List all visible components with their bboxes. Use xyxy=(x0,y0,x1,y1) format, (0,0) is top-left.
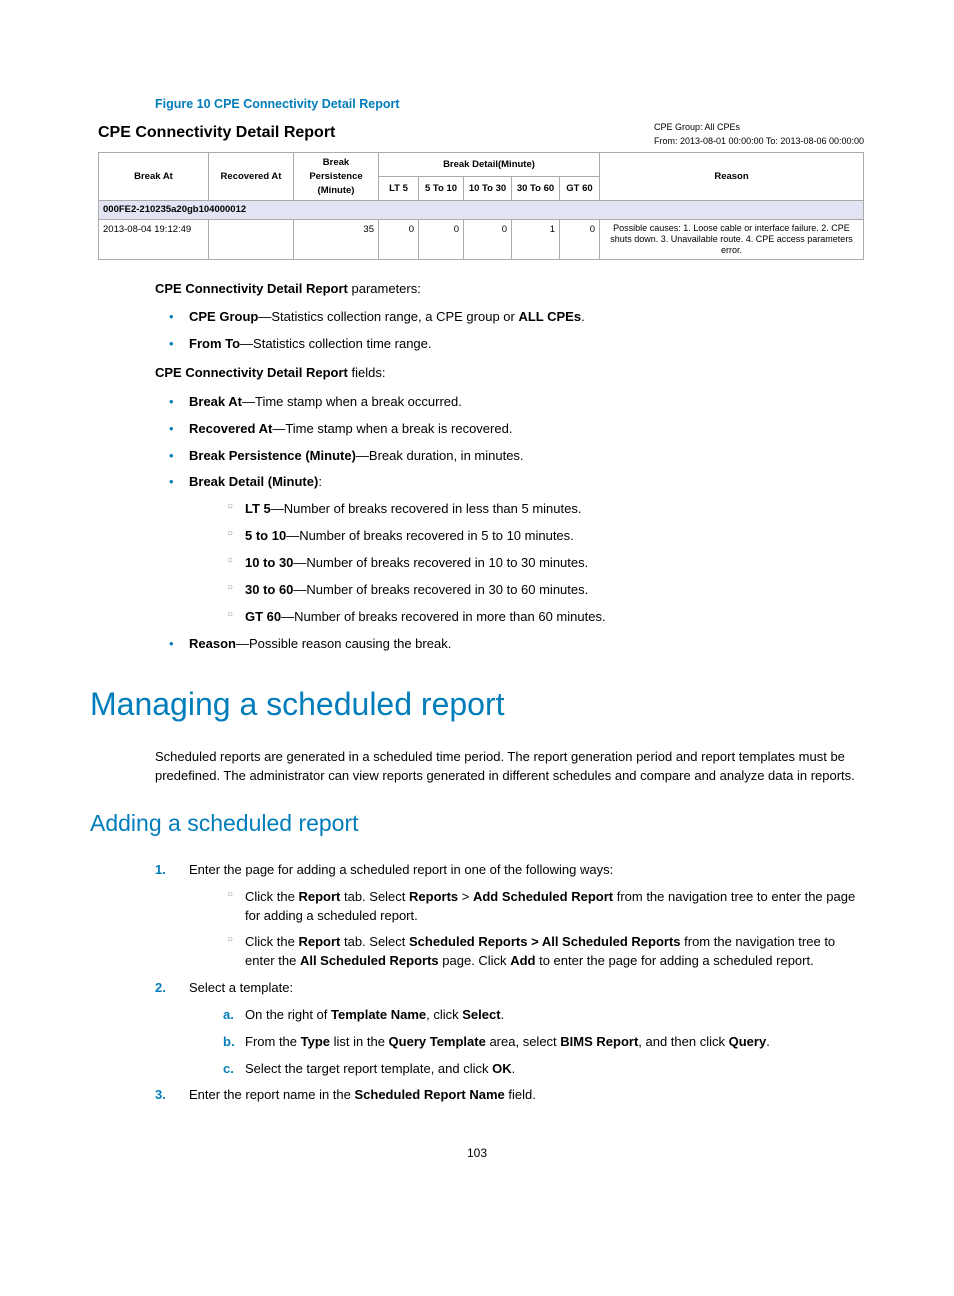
th-lt5: LT 5 xyxy=(379,177,419,201)
report-table: Break At Recovered At Break Persistence … xyxy=(98,152,864,259)
table-group-row: 000FE2-210235a20gb104000012 xyxy=(99,201,864,220)
th-gt60: GT 60 xyxy=(560,177,600,201)
table-row: 2013-08-04 19:12:49 35 0 0 0 1 0 Possibl… xyxy=(99,220,864,259)
cell-10-30: 0 xyxy=(464,220,512,259)
th-reason: Reason xyxy=(600,153,864,201)
params-intro: CPE Connectivity Detail Report parameter… xyxy=(155,280,864,299)
th-10-30: 10 To 30 xyxy=(464,177,512,201)
cell-reason: Possible causes: 1. Loose cable or inter… xyxy=(600,220,864,259)
list-item: Click the Report tab. Select Scheduled R… xyxy=(189,933,864,971)
list-item: GT 60—Number of breaks recovered in more… xyxy=(189,608,864,627)
report-screenshot: CPE Connectivity Detail Report CPE Group… xyxy=(98,121,864,259)
cell-recovered-at xyxy=(209,220,294,259)
list-item: CPE Group—Statistics collection range, a… xyxy=(155,308,864,327)
meta-range: From: 2013-08-01 00:00:00 To: 2013-08-06… xyxy=(654,135,864,149)
list-item: On the right of Template Name, click Sel… xyxy=(189,1006,864,1025)
managing-paragraph: Scheduled reports are generated in a sch… xyxy=(155,748,864,786)
list-item: Reason—Possible reason causing the break… xyxy=(155,635,864,654)
step-2: Select a template: On the right of Templ… xyxy=(155,979,864,1078)
th-recovered-at: Recovered At xyxy=(209,153,294,201)
th-persistence: Break Persistence (Minute) xyxy=(294,153,379,201)
list-item: Click the Report tab. Select Reports > A… xyxy=(189,888,864,926)
list-item: From To—Statistics collection time range… xyxy=(155,335,864,354)
report-title: CPE Connectivity Detail Report xyxy=(98,121,335,144)
group-id: 000FE2-210235a20gb104000012 xyxy=(99,201,864,220)
list-item: 30 to 60—Number of breaks recovered in 3… xyxy=(189,581,864,600)
th-30-60: 30 To 60 xyxy=(512,177,560,201)
cell-break-at: 2013-08-04 19:12:49 xyxy=(99,220,209,259)
page-number: 103 xyxy=(90,1145,864,1162)
list-item: LT 5—Number of breaks recovered in less … xyxy=(189,500,864,519)
figure-caption: Figure 10 CPE Connectivity Detail Report xyxy=(155,95,864,113)
th-5-10: 5 To 10 xyxy=(419,177,464,201)
list-item: Break Detail (Minute): LT 5—Number of br… xyxy=(155,473,864,626)
meta-group: CPE Group: All CPEs xyxy=(654,121,864,135)
cell-persistence: 35 xyxy=(294,220,379,259)
step-3: Enter the report name in the Scheduled R… xyxy=(155,1086,864,1105)
th-detail-group: Break Detail(Minute) xyxy=(379,153,600,177)
step-1: Enter the page for adding a scheduled re… xyxy=(155,861,864,971)
th-break-at: Break At xyxy=(99,153,209,201)
list-item: Recovered At—Time stamp when a break is … xyxy=(155,420,864,439)
heading-managing: Managing a scheduled report xyxy=(90,681,864,727)
list-item: 5 to 10—Number of breaks recovered in 5 … xyxy=(189,527,864,546)
list-item: Break At—Time stamp when a break occurre… xyxy=(155,393,864,412)
list-item: Break Persistence (Minute)—Break duratio… xyxy=(155,447,864,466)
list-item: 10 to 30—Number of breaks recovered in 1… xyxy=(189,554,864,573)
cell-30-60: 1 xyxy=(512,220,560,259)
cell-lt5: 0 xyxy=(379,220,419,259)
report-meta: CPE Group: All CPEs From: 2013-08-01 00:… xyxy=(654,121,864,148)
fields-intro: CPE Connectivity Detail Report fields: xyxy=(155,364,864,383)
heading-adding: Adding a scheduled report xyxy=(90,807,864,840)
list-item: Select the target report template, and c… xyxy=(189,1060,864,1079)
cell-gt60: 0 xyxy=(560,220,600,259)
cell-5-10: 0 xyxy=(419,220,464,259)
list-item: From the Type list in the Query Template… xyxy=(189,1033,864,1052)
